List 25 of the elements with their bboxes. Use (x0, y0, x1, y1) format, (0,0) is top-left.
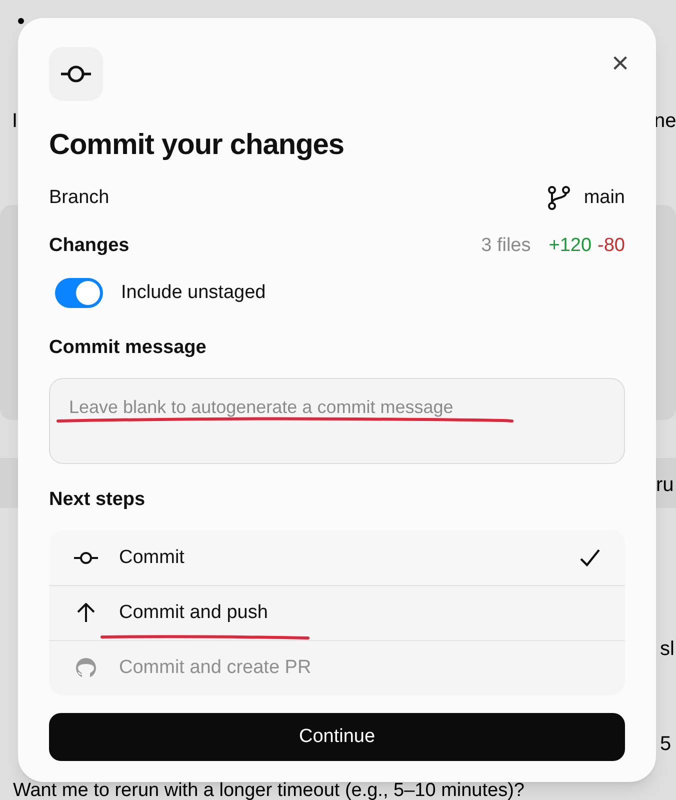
continue-button[interactable]: Continue (49, 713, 625, 762)
field-label: Branch (49, 186, 110, 210)
text-fragment: ru (656, 473, 674, 498)
branch-name: main (584, 186, 625, 210)
commit-icon (59, 64, 93, 84)
commit-message-field[interactable]: Leave blank to autogenerate a commit message (49, 378, 625, 464)
branch-icon (548, 186, 570, 210)
check-icon (579, 548, 601, 568)
text-fragment: 5 (660, 732, 672, 757)
field-label: Next steps (49, 488, 146, 512)
github-icon (73, 658, 99, 678)
field-label: Changes (49, 234, 130, 258)
body-text: Want me to rerun with a longer timeout (e.g., 5–10 minutes)? (13, 782, 524, 800)
text-fragment: I (12, 109, 18, 134)
text-fragment: sl (660, 637, 674, 662)
dialog-title: Commit your changes (49, 128, 346, 163)
deletions-count: -80 (598, 234, 625, 258)
toggle-label: Include unstaged (121, 281, 266, 305)
file-count: 3 files (481, 234, 531, 258)
option-item[interactable]: Commit and push (49, 585, 625, 640)
bullet-icon (18, 18, 24, 24)
toggle-switch[interactable] (55, 278, 103, 308)
additions-count: +120 (548, 234, 592, 258)
field-label: Commit message (49, 336, 208, 360)
close-button[interactable]: × (611, 49, 629, 79)
